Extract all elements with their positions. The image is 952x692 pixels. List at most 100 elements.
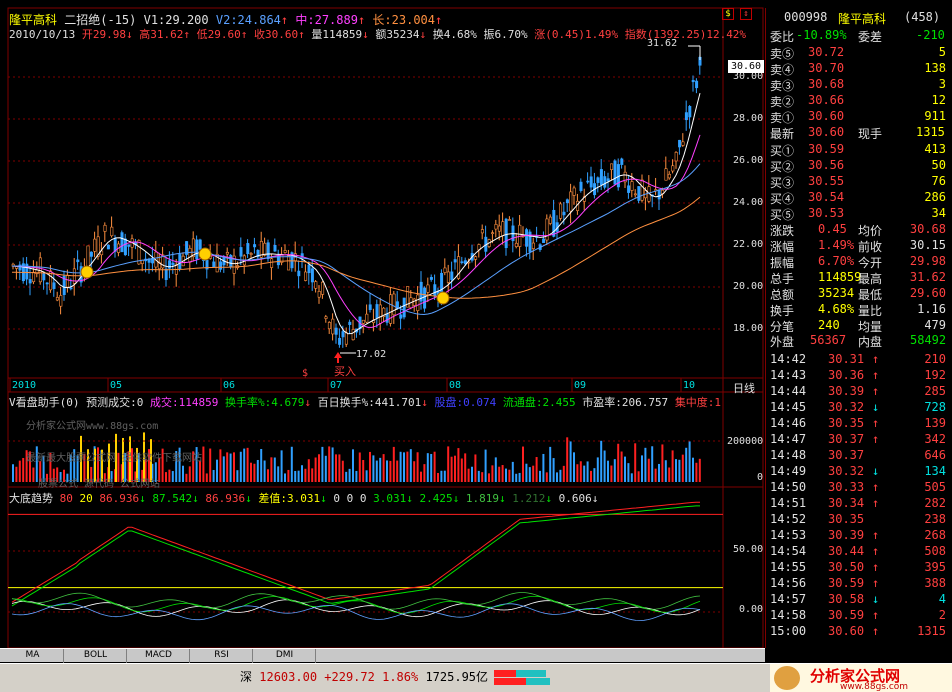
volume-bar xyxy=(307,459,310,482)
bid-row[interactable]: 买① 30.59 413 xyxy=(766,142,948,158)
ask-label: 卖⑤ xyxy=(770,47,795,61)
stat-row: 涨跌 0.45 均价 30.68 xyxy=(766,222,948,238)
vol-pred: 预测成交:0 xyxy=(86,396,144,409)
volume-bar xyxy=(515,473,518,482)
volume-bar xyxy=(318,454,320,482)
bar-index: 指数(1392.25)12.42% xyxy=(624,28,747,41)
bid-volume: 50 xyxy=(931,158,946,172)
volume-bar xyxy=(586,461,589,482)
tick-row: 14:49 30.32 ↓ 134 xyxy=(766,464,948,480)
volume-bar xyxy=(460,458,463,482)
candle-body xyxy=(266,242,270,259)
candle-body xyxy=(637,186,641,201)
ask-label: 卖② xyxy=(770,95,795,109)
market-index[interactable]: 深 12603.00 +229.72 1.86% 1725.95亿 xyxy=(240,668,488,685)
period-label[interactable]: 日线 xyxy=(733,380,755,396)
tab-boll[interactable]: BOLL xyxy=(65,649,127,663)
tick-volume: 139 xyxy=(924,416,946,430)
candle-body xyxy=(491,232,495,234)
tick-volume: 728 xyxy=(924,400,946,414)
volume-bar xyxy=(498,466,501,482)
weibi-value: -10.89% xyxy=(796,28,847,42)
chart-window-controls: $ ⇕ xyxy=(722,8,762,22)
market-breadth-bar xyxy=(494,670,556,686)
bid-row[interactable]: 买④ 30.54 286 xyxy=(766,190,948,206)
candle-body xyxy=(110,226,114,237)
tab-ma[interactable]: MA xyxy=(2,649,64,663)
expand-icon[interactable]: ⇕ xyxy=(740,8,752,20)
stat-label: 总额 xyxy=(770,288,795,302)
candle-body xyxy=(239,247,243,257)
ind-v3: 86.936 xyxy=(205,492,246,505)
bar-volume: 量114859 xyxy=(311,28,363,41)
ask-price: 30.66 xyxy=(808,93,845,107)
volume-bar xyxy=(681,454,684,482)
vol-hundred: 百日换手%:441.701 xyxy=(317,396,422,409)
candle-body xyxy=(691,80,695,83)
price-axis-label: 24.00 xyxy=(733,197,764,208)
tick-price: 30.33 xyxy=(828,480,865,494)
tick-price: 30.35 xyxy=(828,512,865,526)
volume-bar xyxy=(328,446,331,482)
stat-label-2: 量比 xyxy=(858,304,883,318)
ind-v10: 1.212 xyxy=(512,492,546,505)
volume-bar xyxy=(226,452,229,482)
volume-bar xyxy=(355,470,358,482)
tick-price: 30.34 xyxy=(828,496,865,510)
ask-row[interactable]: 卖② 30.66 12 xyxy=(766,93,948,109)
buy-arrow-icon xyxy=(334,352,342,363)
stat-label-2: 均价 xyxy=(858,224,883,238)
price-axis-label: 22.00 xyxy=(733,239,764,250)
vol-title[interactable]: V看盘助手(0) xyxy=(9,396,80,409)
tick-price: 30.35 xyxy=(828,416,865,430)
volume-panel-header: V看盘助手(0) 预测成交:0 成交:114859 换手率%:4.679↓ 百日… xyxy=(9,396,722,409)
candle-body xyxy=(307,264,311,274)
candle-body xyxy=(453,259,457,263)
volume-bar xyxy=(539,470,541,482)
dollar-mark: $ xyxy=(302,368,309,379)
volume-bar xyxy=(624,456,626,482)
ask-row[interactable]: 卖⑤ 30.72 5 xyxy=(766,45,948,61)
price-low-label: 17.02 xyxy=(356,349,387,360)
volume-bar xyxy=(358,452,361,482)
ask-row[interactable]: 卖① 30.60 911 xyxy=(766,109,948,125)
tick-volume: 134 xyxy=(924,464,946,478)
volume-bar xyxy=(409,449,412,482)
tick-volume: 268 xyxy=(924,528,946,542)
ind-title[interactable]: 大底趋势 xyxy=(9,492,53,505)
volume-bar xyxy=(590,470,592,482)
volume-bar xyxy=(443,470,446,482)
ask-row[interactable]: 卖④ 30.70 138 xyxy=(766,61,948,77)
price-axis-label: 20.00 xyxy=(733,281,764,292)
volume-bar xyxy=(600,440,603,482)
tab-dmi[interactable]: DMI xyxy=(254,649,316,663)
bid-row[interactable]: 买③ 30.55 76 xyxy=(766,174,948,190)
ind-axis-0: 0.00 xyxy=(739,604,764,615)
watermark-1: 分析家公式网www.88gs.com xyxy=(26,421,159,432)
candle-body xyxy=(212,261,216,268)
volume-bar xyxy=(505,468,507,482)
tick-volume: 192 xyxy=(924,368,946,382)
tab-rsi[interactable]: RSI xyxy=(191,649,253,663)
bid-row[interactable]: 买⑤ 30.53 34 xyxy=(766,206,948,222)
kline-chart-canvas[interactable] xyxy=(0,0,765,648)
candle-body xyxy=(504,218,508,249)
ask-row[interactable]: 卖③ 30.68 3 xyxy=(766,77,948,93)
volume-bar xyxy=(450,456,453,482)
candle-body xyxy=(450,271,454,280)
volume-bar xyxy=(188,466,191,482)
volume-bar xyxy=(420,471,422,482)
dollar-toggle-icon[interactable]: $ xyxy=(722,8,734,20)
bid-row[interactable]: 买② 30.56 50 xyxy=(766,158,948,174)
tick-direction-icon: ↑ xyxy=(872,480,880,494)
candle-body xyxy=(610,163,614,170)
watermark-2: 最新最大股票公式网 提供软件下载网站 xyxy=(26,453,203,464)
candle-body xyxy=(606,178,610,182)
volume-bar xyxy=(471,466,473,482)
tick-time: 14:43 xyxy=(770,368,807,382)
volume-bar xyxy=(511,461,514,482)
volume-bar xyxy=(345,471,348,482)
volume-bar xyxy=(607,460,609,482)
candle-body xyxy=(596,177,600,183)
tab-macd[interactable]: MACD xyxy=(128,649,190,663)
